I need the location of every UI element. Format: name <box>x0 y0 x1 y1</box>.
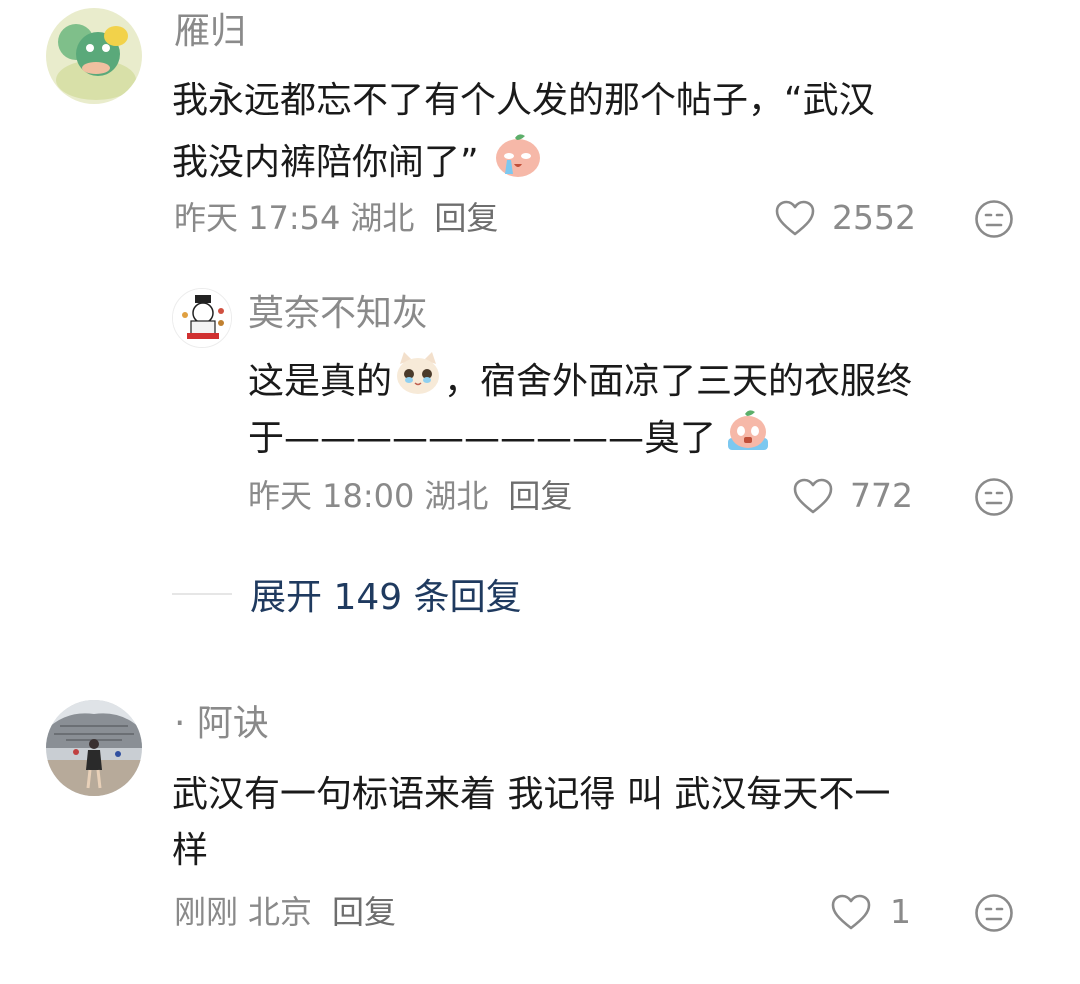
crying-cat-emoji-icon <box>394 350 442 414</box>
reply-text-part: 这是真的 <box>248 361 393 402</box>
comment-meta: 刚刚 北京 回复 <box>174 892 396 932</box>
like-count: 2552 <box>832 198 916 237</box>
avatar-image <box>173 289 231 347</box>
like-count: 772 <box>850 476 913 515</box>
heart-icon <box>831 894 871 929</box>
comment-text: 我没内裤陪你闹了” <box>172 130 543 196</box>
dislike-button[interactable] <box>974 199 1014 239</box>
reply-text: 这是真的 ，宿舍外面凉了三天的衣服终 <box>248 350 912 414</box>
avatar[interactable] <box>46 8 142 104</box>
avatar-image <box>46 8 142 104</box>
dislike-button[interactable] <box>974 893 1014 933</box>
like-button[interactable]: 1 <box>830 892 911 931</box>
like-count: 1 <box>890 892 911 931</box>
reply-time: 昨天 18:00 <box>248 477 415 515</box>
like-button[interactable]: 772 <box>792 476 913 515</box>
reply-button[interactable]: 回复 <box>508 476 572 516</box>
reply-button[interactable]: 回复 <box>434 198 498 238</box>
expand-replies-label: 展开 149 条回复 <box>250 577 522 618</box>
crying-peach-emoji-icon <box>724 406 772 472</box>
comment-username[interactable]: · 阿诀 <box>174 702 269 746</box>
heart-icon <box>775 200 815 235</box>
reply-username[interactable]: 莫奈不知灰 <box>248 292 428 336</box>
comment-text-line: 我没内裤陪你闹了” <box>172 142 479 183</box>
reply-location: 湖北 <box>424 477 489 515</box>
dislike-button[interactable] <box>974 477 1014 517</box>
avatar[interactable] <box>46 700 142 796</box>
comment-text: 样 <box>172 830 209 871</box>
avatar-image <box>46 700 142 796</box>
reply-meta: 昨天 18:00 湖北 回复 <box>248 476 572 516</box>
neutral-face-icon <box>975 894 1013 932</box>
reply-text-part: ，宿舍外面凉了三天的衣服终 <box>444 361 913 402</box>
comment-location: 湖北 <box>350 199 415 237</box>
comment-text: 我永远都忘不了有个人发的那个帖子，“武汉 <box>172 80 875 121</box>
neutral-face-icon <box>975 478 1013 516</box>
reply-button[interactable]: 回复 <box>332 892 396 932</box>
comment-username[interactable]: 雁归 <box>174 10 246 54</box>
like-button[interactable]: 2552 <box>774 198 916 237</box>
comment-time: 昨天 17:54 <box>174 199 341 237</box>
expand-divider <box>172 593 232 595</box>
reply-text: 于——————————臭了 <box>248 406 772 472</box>
heart-icon <box>793 478 833 513</box>
comment-meta: 昨天 17:54 湖北 回复 <box>174 198 498 238</box>
reply-text-line: 于——————————臭了 <box>248 418 717 459</box>
neutral-face-icon <box>975 200 1013 238</box>
comment-text: 武汉有一句标语来着 我记得 叫 武汉每天不一 <box>172 774 891 815</box>
crying-peach-emoji-icon <box>493 130 543 196</box>
expand-replies-button[interactable]: 展开 149 条回复 <box>172 568 522 620</box>
avatar[interactable] <box>172 288 232 348</box>
comment-location: 北京 <box>248 893 313 931</box>
comment-time: 刚刚 <box>174 893 239 931</box>
